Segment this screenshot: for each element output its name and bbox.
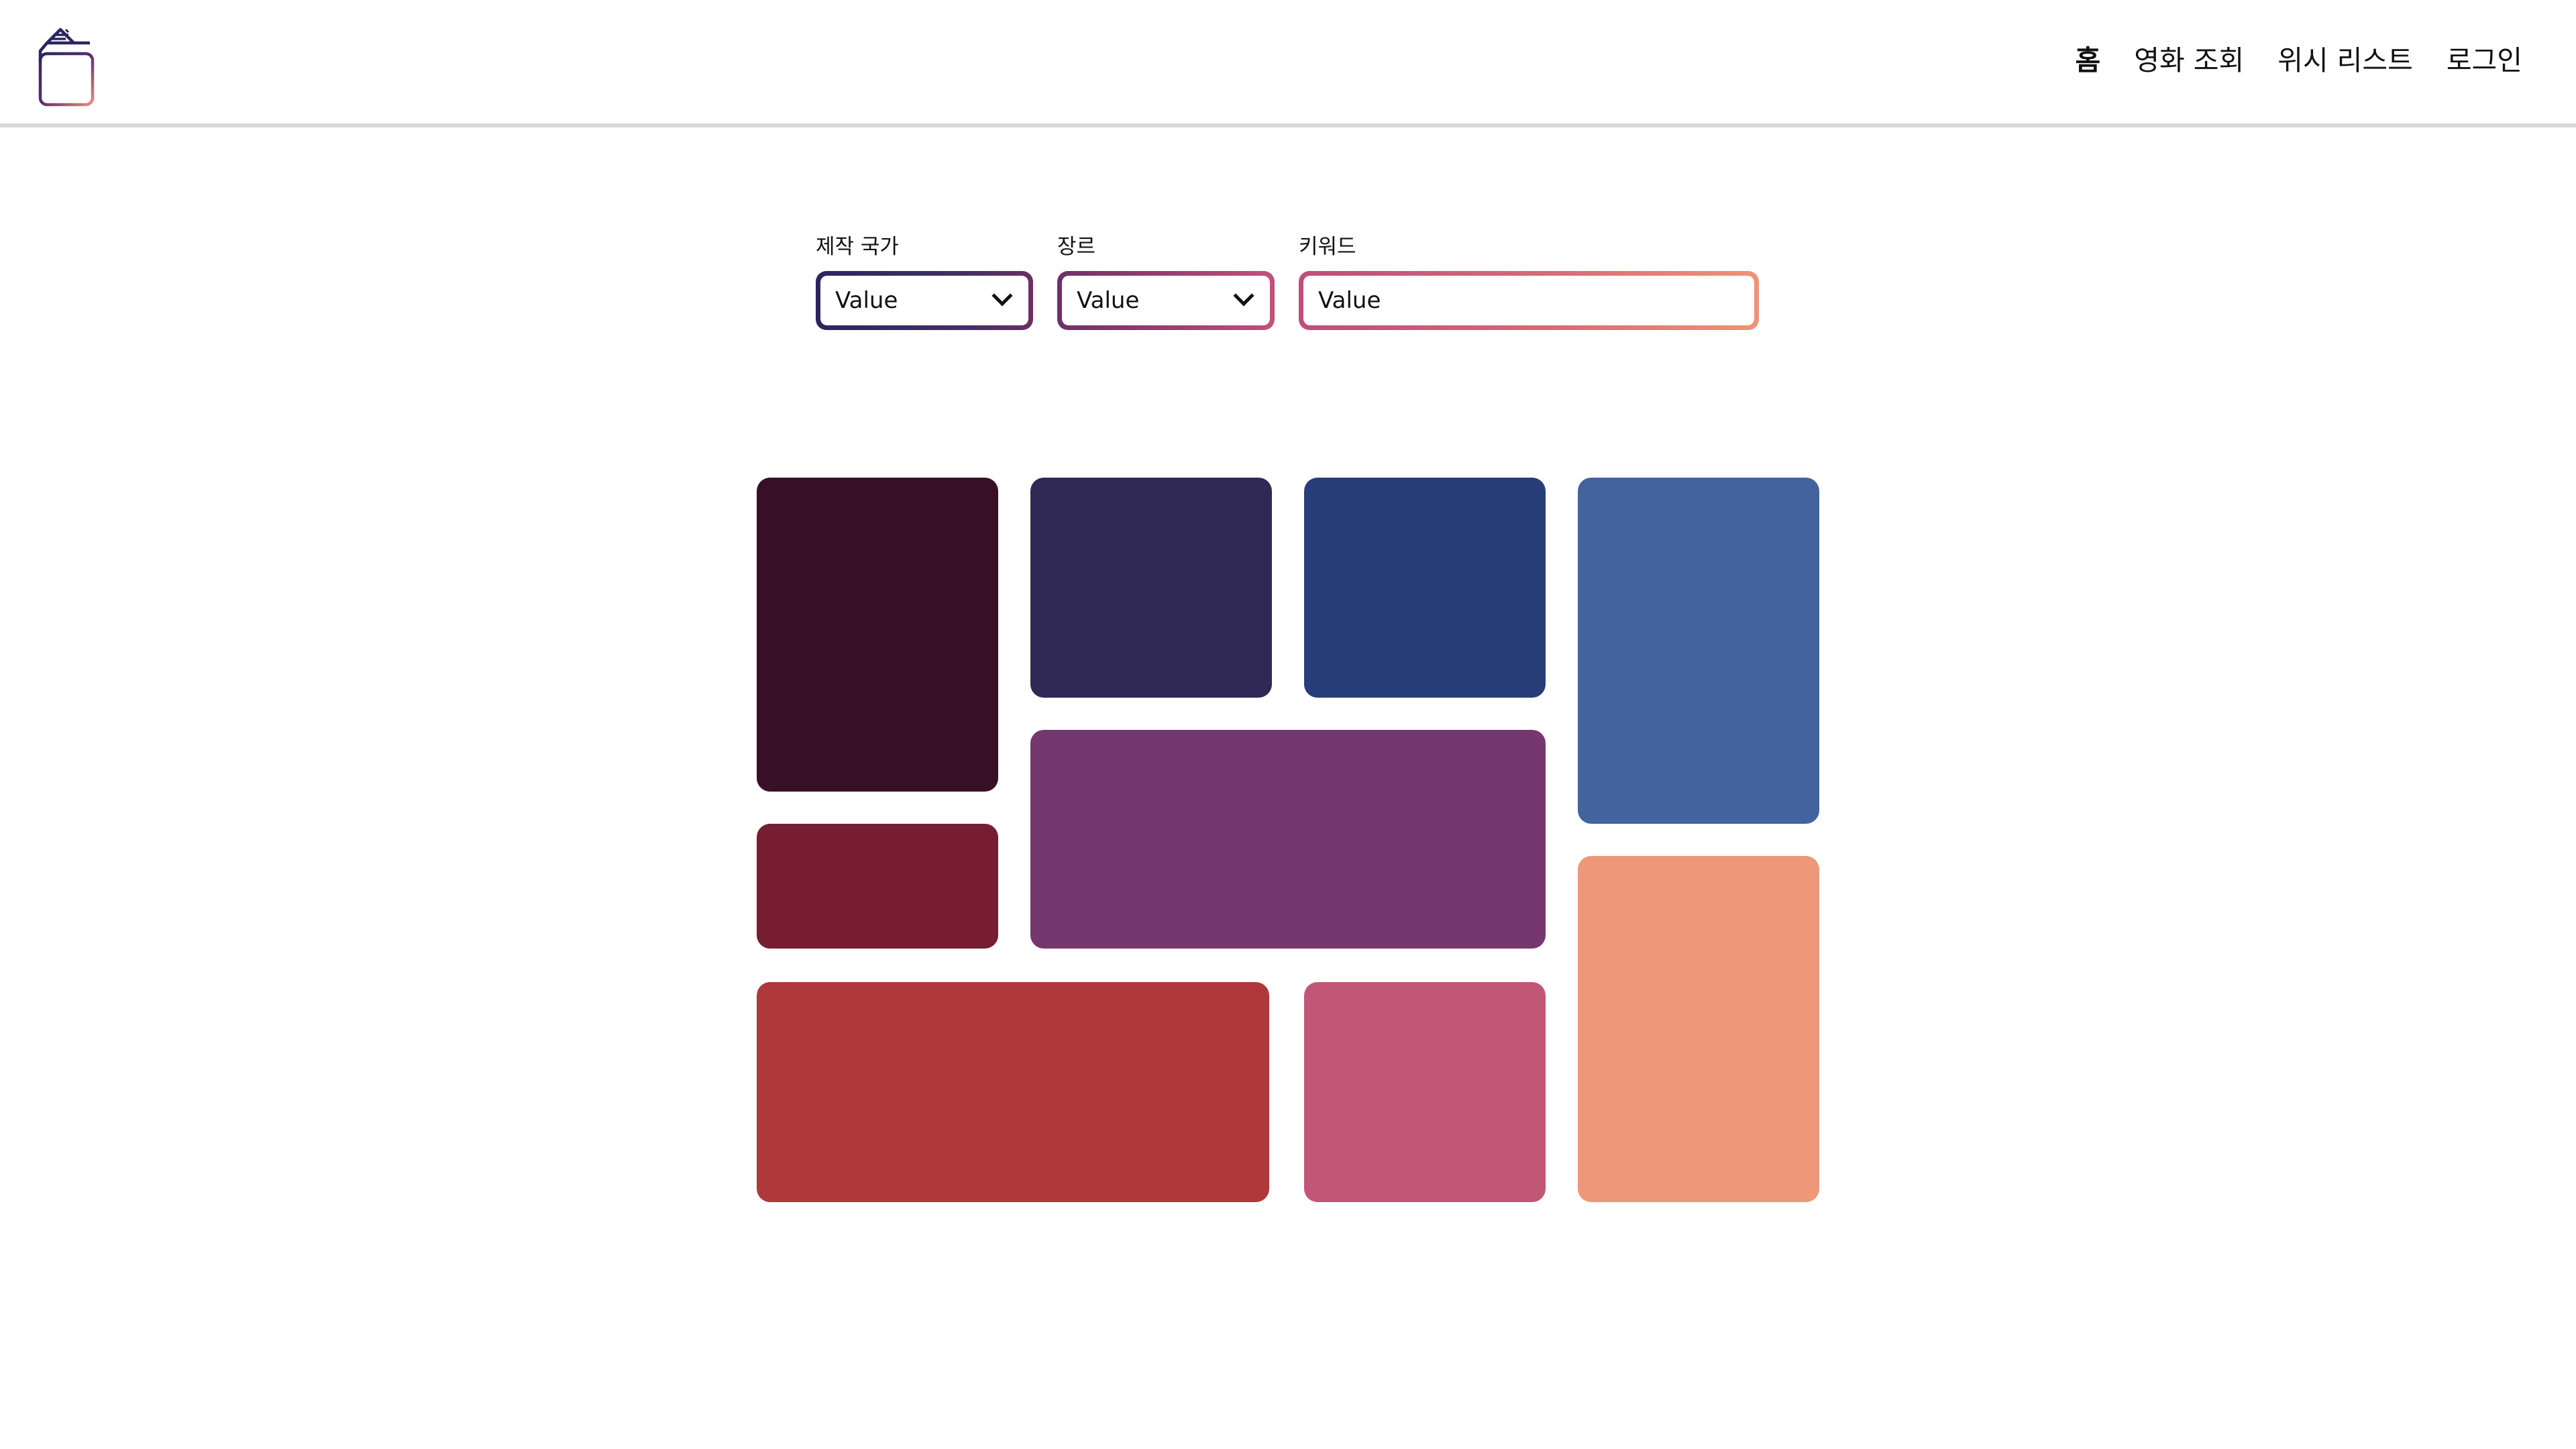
genre-select-value: Value (1077, 287, 1140, 314)
movie-card-1[interactable] (757, 478, 998, 792)
movie-card-3[interactable] (1304, 478, 1546, 698)
chevron-down-icon (1233, 285, 1254, 307)
movie-card-6[interactable] (1030, 730, 1546, 949)
movie-card-8[interactable] (1304, 982, 1546, 1202)
genre-select-inner: Value (1062, 276, 1270, 325)
chevron-down-icon (991, 285, 1013, 307)
country-select-inner: Value (820, 276, 1028, 325)
country-select[interactable]: Value (816, 271, 1033, 330)
genre-field: 장르 Value (1057, 233, 1275, 330)
movie-card-4[interactable] (1578, 478, 1819, 824)
filter-bar: 제작 국가 Value 장르 Value 키워드 (816, 233, 1759, 330)
keyword-field: 키워드 (1299, 233, 1759, 330)
movie-card-9[interactable] (1578, 856, 1819, 1202)
keyword-input-box (1303, 276, 1754, 325)
logo-icon[interactable] (35, 24, 99, 107)
nav-login[interactable]: 로그인 (2447, 42, 2522, 79)
keyword-input[interactable] (1318, 280, 1739, 321)
genre-label: 장르 (1057, 235, 1096, 259)
genre-select[interactable]: Value (1057, 271, 1275, 330)
nav-wish-list[interactable]: 위시 리스트 (2277, 42, 2413, 79)
top-header: 홈 영화 조회 위시 리스트 로그인 (0, 0, 2576, 127)
nav-movie-search[interactable]: 영화 조회 (2134, 42, 2244, 79)
country-field: 제작 국가 Value (816, 233, 1033, 330)
main-nav: 홈 영화 조회 위시 리스트 로그인 (2076, 42, 2522, 79)
country-label: 제작 국가 (816, 235, 899, 259)
movie-card-5[interactable] (757, 824, 998, 949)
country-select-value: Value (835, 287, 898, 314)
keyword-label: 키워드 (1299, 235, 1356, 259)
movie-card-7[interactable] (757, 982, 1269, 1202)
keyword-input-wrapper (1299, 271, 1759, 330)
movie-card-2[interactable] (1030, 478, 1272, 698)
nav-home[interactable]: 홈 (2076, 42, 2101, 79)
